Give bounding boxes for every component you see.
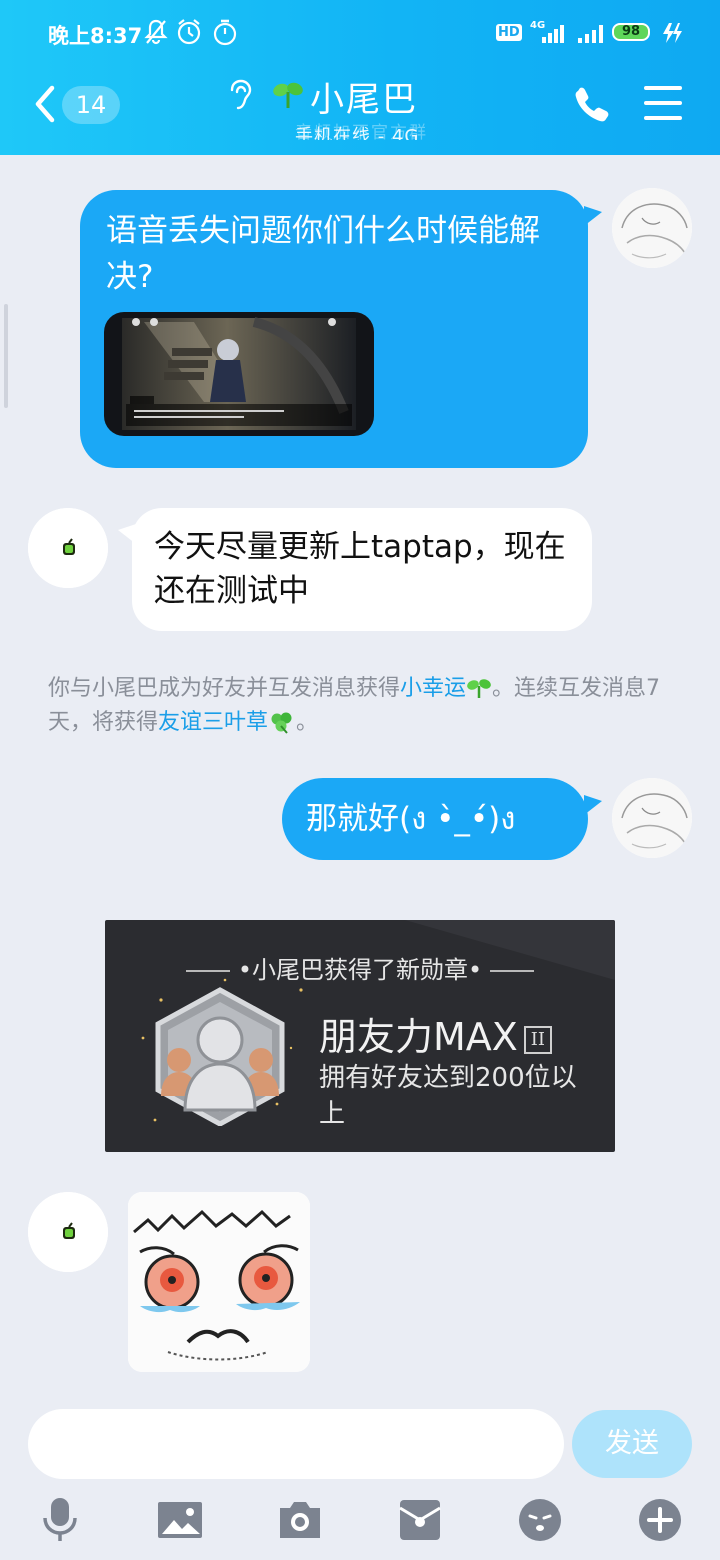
- message-text: 那就好(ง •̀_•́)ง: [306, 801, 516, 837]
- contact-avatar[interactable]: [28, 1192, 108, 1272]
- emoji-icon[interactable]: [516, 1496, 564, 1544]
- clover-link[interactable]: 友谊三叶草: [158, 710, 268, 735]
- chat-header: 晚上8:37 HD 4G 98 14 小尾巴 音频加不官方群 手机在线 - 4G: [0, 0, 720, 155]
- timer-icon: [213, 19, 237, 46]
- mute-bell-icon: [144, 19, 168, 45]
- microphone-icon[interactable]: [38, 1496, 82, 1544]
- medal-level: II: [523, 1025, 552, 1054]
- message-bubble-out[interactable]: 那就好(ง •̀_•́)ง: [282, 778, 588, 860]
- sprout-icon: [273, 82, 303, 108]
- message-text: 语音丢失问题你们什么时候能解决?: [106, 213, 540, 295]
- lucky-link[interactable]: 小幸运: [400, 676, 466, 701]
- battery-icon: 98: [612, 23, 650, 41]
- my-avatar[interactable]: [612, 188, 692, 268]
- contact-name: 小尾巴: [310, 80, 418, 120]
- notice-text: 你与小尾巴成为好友并互发消息获得: [48, 676, 401, 701]
- image-icon[interactable]: [156, 1496, 204, 1544]
- hd-icon: HD: [496, 24, 522, 41]
- unread-count-badge[interactable]: 14: [62, 86, 120, 124]
- signal-2-icon: [578, 25, 603, 43]
- alarm-icon: [177, 19, 201, 45]
- phone-icon[interactable]: [572, 84, 612, 124]
- crying-sticker-image[interactable]: [128, 1192, 310, 1372]
- menu-icon[interactable]: [644, 86, 682, 120]
- status-time: 晚上8:37: [48, 24, 143, 48]
- message-text: 今天尽量更新上taptap，现在还在测试中: [154, 529, 566, 609]
- earpiece-mode-icon[interactable]: [226, 78, 254, 112]
- friends-medal-icon: [155, 987, 285, 1126]
- medal-heading: •小尾巴获得了新勋章•: [105, 950, 615, 985]
- system-notice: 你与小尾巴成为好友并互发消息获得小幸运 。连续互发消息7天，将获得友谊三叶草。: [48, 672, 678, 740]
- contact-status: 手机在线 - 4G: [295, 126, 420, 140]
- notice-text: 。: [296, 710, 319, 735]
- bubble-tail: [584, 795, 602, 815]
- medal-name-text: 朋友力MAX: [319, 1015, 518, 1059]
- screenshot-image[interactable]: [104, 312, 374, 436]
- my-avatar[interactable]: [612, 778, 692, 858]
- message-input[interactable]: [28, 1409, 564, 1479]
- camera-icon[interactable]: [276, 1496, 324, 1544]
- medal-description: 拥有好友达到200位以上: [319, 1063, 577, 1129]
- medal-card[interactable]: •小尾巴获得了新勋章• 朋友力MAX II 拥有好友达到200位以上: [105, 920, 615, 1152]
- plus-icon[interactable]: [636, 1496, 684, 1544]
- send-button[interactable]: 发送: [572, 1410, 692, 1478]
- back-arrow-icon[interactable]: [30, 84, 60, 124]
- scroll-indicator: [4, 304, 8, 408]
- signal-icon: [542, 25, 564, 43]
- medal-name: 朋友力MAX II: [319, 1006, 552, 1061]
- red-packet-icon[interactable]: [398, 1496, 442, 1544]
- bubble-tail: [584, 206, 602, 226]
- clover-icon: [271, 712, 292, 734]
- contact-avatar[interactable]: [28, 508, 108, 588]
- medal-heading-text: 小尾巴获得了新勋章: [252, 956, 468, 984]
- sprout-icon: [467, 679, 491, 698]
- message-bubble-in[interactable]: 今天尽量更新上taptap，现在还在测试中: [132, 508, 592, 631]
- status-bar: 晚上8:37 HD 4G 98: [0, 0, 720, 64]
- charging-icon: [663, 23, 682, 43]
